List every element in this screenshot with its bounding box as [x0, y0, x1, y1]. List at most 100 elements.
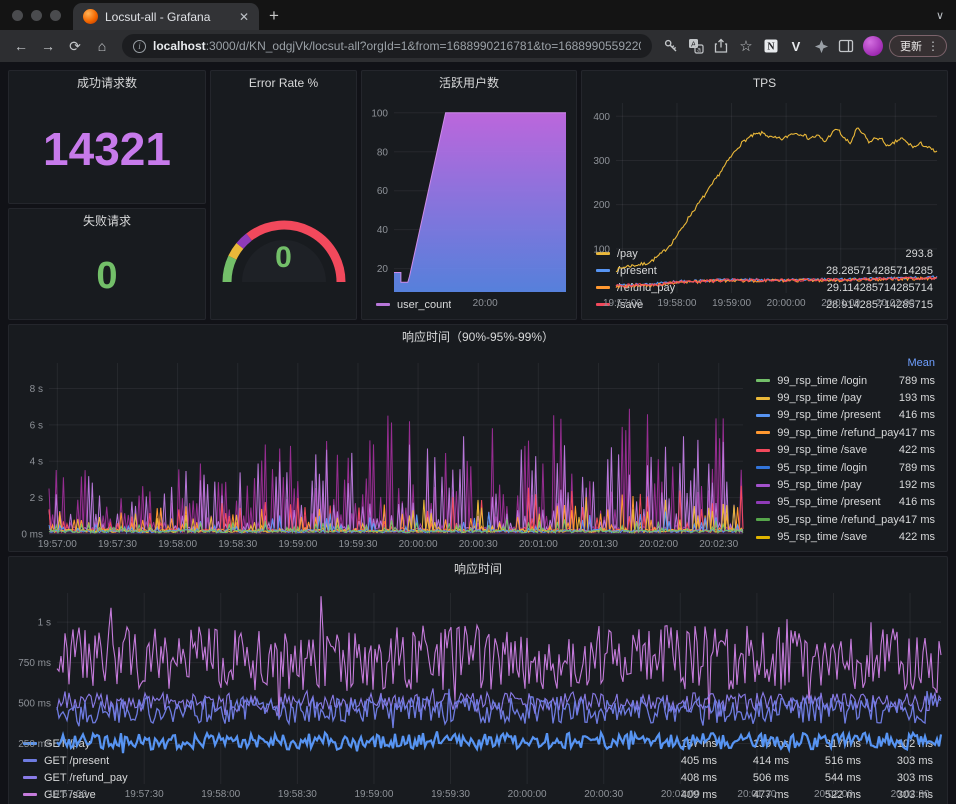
legend-item[interactable]: 99_rsp_time /present416 ms [744, 407, 937, 424]
panel-title-active-users[interactable]: 活跃用户数 [362, 71, 576, 95]
legend-item[interactable]: 99_rsp_time /refund_pay417 ms [744, 424, 937, 441]
svg-text:20:01:30: 20:01:30 [579, 539, 618, 550]
svg-text:19:59:30: 19:59:30 [431, 789, 470, 800]
svg-text:80: 80 [377, 147, 389, 158]
legend-item[interactable]: 95_rsp_time /present416 ms [744, 494, 937, 511]
browser-titlebar: Locsut-all - Grafana ✕ + ∨ [0, 0, 956, 30]
legend-item[interactable]: 95_rsp_time /pay192 ms [744, 476, 937, 493]
svg-text:250 ms: 250 ms [18, 739, 51, 750]
url-text[interactable]: localhost:3000/d/KN_odgjVk/locsut-all?or… [153, 39, 641, 53]
svg-text:19:57:30: 19:57:30 [125, 789, 164, 800]
error-rate-gauge: 0 [211, 95, 356, 319]
svg-text:20:00: 20:00 [473, 298, 498, 309]
sidebar-toggle-icon[interactable] [835, 35, 857, 57]
panel-title-tps[interactable]: TPS [582, 71, 947, 95]
legend-label: 99_rsp_time /login [777, 375, 867, 387]
legend-swatch [756, 536, 770, 539]
update-button[interactable]: 更新 ⋮ [889, 35, 947, 57]
stat-failed-value: 0 [9, 233, 205, 319]
legend-mean-value: 193 ms [899, 392, 935, 404]
panel-title-rsp[interactable]: 响应时间 [9, 557, 947, 581]
url-path: :3000/d/KN_odgjVk/locsut-all?orgId=1&fro… [206, 39, 641, 53]
legend-item[interactable]: 99_rsp_time /login 789 ms [744, 372, 937, 389]
svg-text:60: 60 [377, 186, 389, 197]
legend-mean-value: 789 ms [899, 462, 935, 474]
legend-label: 95_rsp_time /login [777, 462, 867, 474]
browser-menu-kebab-icon[interactable]: ⋮ [927, 39, 939, 53]
legend-mean-value: 417 ms [899, 427, 935, 439]
browser-tab[interactable]: Locsut-all - Grafana ✕ [73, 3, 259, 30]
rsp-chart: 250 ms500 ms750 ms1 s19:57:0019:57:3019:… [9, 581, 947, 733]
svg-text:20:00:00: 20:00:00 [767, 298, 806, 309]
zoom-window-button[interactable] [50, 10, 61, 21]
legend-item[interactable]: 99_rsp_time /save422 ms [744, 442, 937, 459]
panel-response-time-percentiles: 响应时间（90%-95%-99%） 0 ms2 s4 s6 s8 s19:57:… [8, 324, 948, 552]
window-controls[interactable] [0, 10, 73, 30]
profile-avatar[interactable] [863, 36, 883, 56]
panel-active-users: 活跃用户数 2040608010020:00 user_count [361, 70, 577, 320]
bookmark-star-icon[interactable]: ☆ [735, 35, 757, 57]
svg-text:100: 100 [371, 108, 388, 119]
svg-text:8 s: 8 s [30, 384, 43, 395]
legend-header-mean[interactable]: Mean [744, 355, 937, 372]
svg-text:19:58:00: 19:58:00 [158, 539, 197, 550]
legend-swatch [756, 449, 770, 452]
legend-item[interactable]: 95_rsp_time /refund_pay417 ms [744, 511, 937, 528]
svg-text:400: 400 [593, 112, 610, 123]
browser-toolbar: ← → ⟳ ⌂ i localhost:3000/d/KN_odgjVk/loc… [0, 30, 956, 62]
svg-text:40: 40 [377, 225, 389, 236]
svg-text:19:58:00: 19:58:00 [658, 298, 697, 309]
panel-tps: TPS 10020030040019:57:0019:58:0019:59:00… [581, 70, 948, 320]
legend-label: 99_rsp_time /save [777, 444, 867, 456]
translate-icon[interactable]: Aa [685, 35, 707, 57]
panel-title-failed[interactable]: 失败请求 [9, 209, 205, 233]
home-button[interactable]: ⌂ [90, 34, 114, 58]
address-bar[interactable]: i localhost:3000/d/KN_odgjVk/locsut-all?… [122, 34, 652, 58]
panel-title-success[interactable]: 成功请求数 [9, 71, 205, 95]
svg-text:20:01:00: 20:01:00 [821, 298, 860, 309]
svg-text:20:02:30: 20:02:30 [891, 789, 930, 800]
svg-text:19:58:00: 19:58:00 [201, 789, 240, 800]
password-key-icon[interactable] [660, 35, 682, 57]
svg-text:20:00:30: 20:00:30 [459, 539, 498, 550]
panel-title-rsp-percentiles[interactable]: 响应时间（90%-95%-99%） [9, 325, 947, 349]
forward-button[interactable]: → [36, 34, 60, 58]
legend-item[interactable]: 99_rsp_time /pay193 ms [744, 389, 937, 406]
close-window-button[interactable] [12, 10, 23, 21]
extension-notion-icon[interactable]: N [760, 35, 782, 57]
share-icon[interactable] [710, 35, 732, 57]
rsp-percentiles-chart: 0 ms2 s4 s6 s8 s19:57:0019:57:3019:58:00… [9, 349, 744, 551]
legend-swatch [756, 414, 770, 417]
rsp-percentiles-legend: Mean99_rsp_time /login789 ms99_rsp_time … [744, 349, 947, 551]
svg-text:19:58:30: 19:58:30 [218, 539, 257, 550]
legend-label: 95_rsp_time /save [777, 531, 867, 543]
tab-title: Locsut-all - Grafana [105, 10, 230, 24]
legend-item[interactable]: 95_rsp_time /login 789 ms [744, 459, 937, 476]
reload-button[interactable]: ⟳ [63, 34, 87, 58]
svg-text:20:01:30: 20:01:30 [737, 789, 776, 800]
panel-title-error-rate[interactable]: Error Rate % [211, 71, 356, 95]
legend-item[interactable]: 95_rsp_time /save422 ms [744, 529, 937, 546]
svg-text:N: N [767, 42, 775, 53]
legend-swatch [756, 397, 770, 400]
svg-text:20:00:00: 20:00:00 [399, 539, 438, 550]
svg-text:300: 300 [593, 156, 610, 167]
extension-v-icon[interactable]: V [785, 35, 807, 57]
grafana-favicon-icon [83, 9, 98, 24]
back-button[interactable]: ← [9, 34, 33, 58]
svg-text:20:02:00: 20:02:00 [876, 298, 915, 309]
tab-search-chevron-icon[interactable]: ∨ [936, 9, 944, 22]
svg-text:19:59:00: 19:59:00 [712, 298, 751, 309]
svg-text:750 ms: 750 ms [18, 658, 51, 669]
update-button-label: 更新 [900, 38, 922, 54]
svg-text:19:58:30: 19:58:30 [278, 789, 317, 800]
minimize-window-button[interactable] [31, 10, 42, 21]
new-tab-button[interactable]: + [259, 6, 291, 30]
legend-swatch [756, 501, 770, 504]
svg-text:19:57:00: 19:57:00 [48, 789, 87, 800]
legend-mean-value: 789 ms [899, 375, 935, 387]
svg-text:20:02:30: 20:02:30 [699, 539, 738, 550]
site-info-icon[interactable]: i [133, 40, 146, 53]
tab-close-icon[interactable]: ✕ [237, 10, 251, 24]
extension-pin-icon[interactable] [810, 35, 832, 57]
